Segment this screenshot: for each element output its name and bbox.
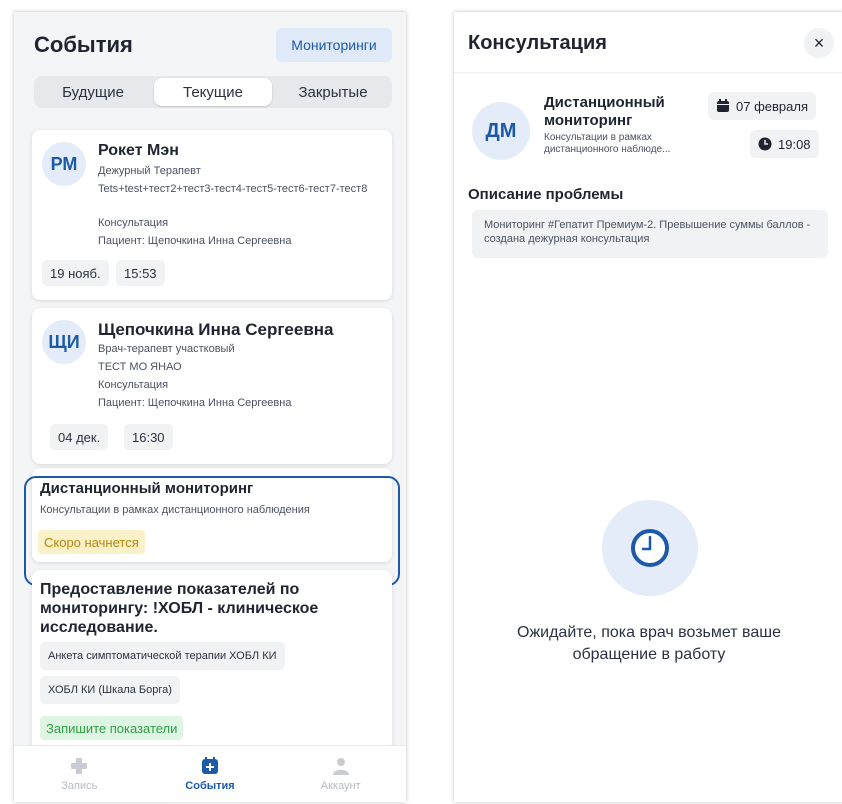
page-title: События <box>34 32 133 57</box>
consultation-name: Дистанционный мониторинг <box>544 94 665 129</box>
avatar: ДМ <box>472 102 530 160</box>
doctor-name: Рокет Мэн <box>98 142 179 159</box>
doctor-role: Врач-терапевт участковый <box>98 343 235 355</box>
medical-calendar-icon <box>202 757 218 774</box>
event-time: 16:30 <box>124 424 173 450</box>
consultation-screen: Консультация × ДМ Дистанционный монитори… <box>454 12 842 802</box>
status-badge: Запишите показатели <box>40 716 184 740</box>
nav-label: События <box>185 780 235 792</box>
indicators-title: Предоставление показателей по мониторинг… <box>40 581 319 636</box>
event-date: 04 дек. <box>50 424 109 450</box>
event-type: Консультация <box>98 379 169 391</box>
nav-account[interactable]: Аккаунт <box>275 746 406 802</box>
page-title: Консультация <box>468 32 607 54</box>
consultation-date: 07 февраля <box>736 98 808 114</box>
date-chip: 07 февраля <box>708 92 816 120</box>
monitoring-button[interactable]: Мониторинги <box>276 28 392 62</box>
clock-icon <box>758 137 772 151</box>
user-icon <box>332 758 349 775</box>
calendar-icon <box>717 99 729 112</box>
consultation-time: 19:08 <box>778 136 811 152</box>
event-time: 15:53 <box>116 260 165 286</box>
problem-heading: Описание проблемы <box>468 186 624 203</box>
indicator-item-1[interactable]: Анкета симптоматической терапии ХОБЛ КИ <box>40 642 285 670</box>
event-card-1[interactable]: РМ Рокет Мэн Дежурный Терапевт Tets+test… <box>32 130 392 300</box>
avatar: РМ <box>42 142 86 186</box>
doctor-role: Дежурный Терапевт <box>98 165 201 177</box>
bottom-navigation: Запись События Аккаунт <box>14 745 406 802</box>
events-header: События Мониторинги <box>14 12 406 74</box>
tab-future[interactable]: Будущие <box>34 76 152 108</box>
nav-label: Запись <box>61 780 98 792</box>
waiting-clock <box>602 500 698 596</box>
problem-description: Мониторинг #Гепатит Премиум-2. Превышени… <box>472 210 828 258</box>
event-note: Tets+test+тест2+тест3-тест4-тест5-тест6-… <box>98 183 368 195</box>
close-icon[interactable]: × <box>804 28 834 58</box>
events-tabs: Будущие Текущие Закрытые <box>34 76 392 108</box>
indicators-card[interactable]: Предоставление показателей по мониторинг… <box>32 570 392 750</box>
clock-icon <box>631 529 669 567</box>
event-date: 19 нояб. <box>42 260 109 286</box>
nav-record[interactable]: Запись <box>14 746 145 802</box>
waiting-message: Ожидайте, пока врач возьмет ваше обращен… <box>517 624 781 663</box>
nav-label: Аккаунт <box>320 780 361 792</box>
events-screen: События Мониторинги Будущие Текущие Закр… <box>14 12 406 802</box>
organization: ТЕСТ МО ЯНАО <box>98 361 182 373</box>
consultation-header: Консультация × <box>454 12 842 73</box>
time-chip: 19:08 <box>750 130 819 158</box>
tab-current[interactable]: Текущие <box>154 78 272 106</box>
consultation-subtitle: Консультации в рамках дистанционного наб… <box>544 132 671 155</box>
event-card-2[interactable]: ЩИ Щепочкина Инна Сергеевна Врач-терапев… <box>32 308 392 464</box>
patient-name: Пациент: Щепочкина Инна Сергеевна <box>98 397 292 409</box>
plus-icon <box>71 758 88 774</box>
event-type: Консультация <box>98 217 169 229</box>
nav-events[interactable]: События <box>145 746 276 802</box>
indicator-item-2[interactable]: ХОБЛ КИ (Шкала Борга) <box>40 676 180 704</box>
avatar: ЩИ <box>42 320 86 364</box>
tab-closed[interactable]: Закрытые <box>274 76 392 108</box>
patient-name: Пациент: Щепочкина Инна Сергеевна <box>98 235 292 247</box>
doctor-name: Щепочкина Инна Сергеевна <box>98 320 334 339</box>
